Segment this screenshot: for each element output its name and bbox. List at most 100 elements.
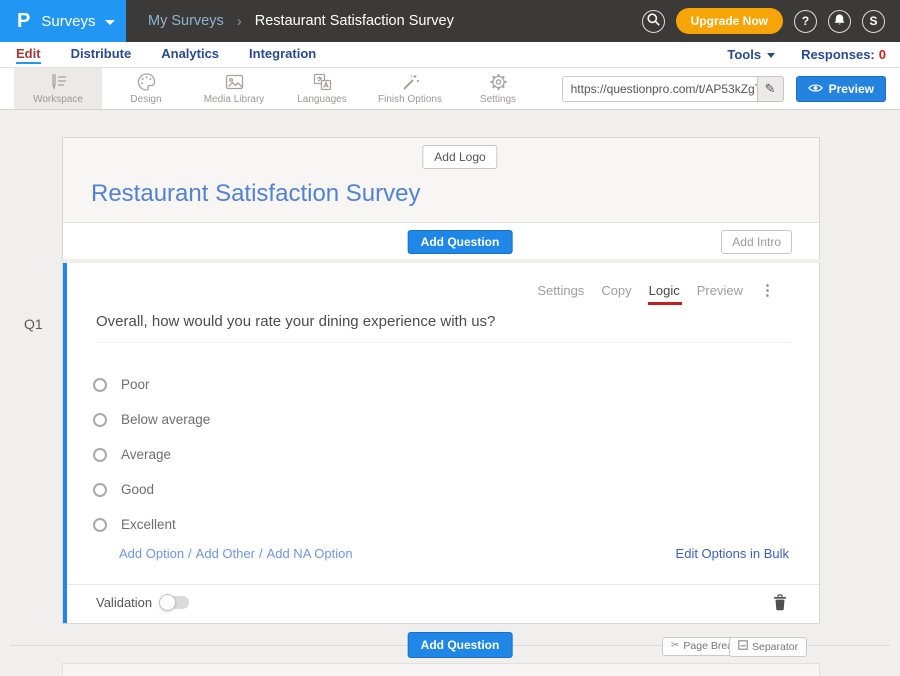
option-row: Poor: [93, 367, 210, 402]
question-settings-link[interactable]: Settings: [537, 283, 584, 298]
nav-right: Tools Responses: 0: [727, 47, 886, 62]
toolbar-item-workspace[interactable]: Workspace: [14, 68, 102, 109]
trash-icon: [773, 598, 787, 615]
add-na-option-link[interactable]: Add NA Option: [267, 546, 353, 561]
logic-label: Logic: [649, 283, 680, 298]
toolbar-item-label: Languages: [297, 94, 347, 105]
separator-button[interactable]: Separator: [729, 637, 807, 657]
product-switcher[interactable]: P Surveys: [0, 0, 126, 42]
radio-button-icon[interactable]: [93, 483, 107, 497]
upgrade-now-button[interactable]: Upgrade Now: [676, 8, 783, 34]
avatar-initial: S: [869, 14, 877, 28]
account-avatar[interactable]: S: [862, 10, 885, 33]
breadcrumb-survey-name: Restaurant Satisfaction Survey: [255, 13, 454, 29]
question-block-q1: Settings Copy Logic Preview ⋮ Overall, h…: [63, 263, 819, 623]
add-question-row: Add Question Add Intro: [63, 223, 819, 259]
validation-toggle[interactable]: [161, 596, 189, 609]
survey-editor-canvas: Q1 Add Logo Restaurant Satisfaction Surv…: [0, 110, 900, 676]
toolbar-item-settings[interactable]: Settings: [454, 68, 542, 109]
option-label[interactable]: Poor: [121, 377, 150, 392]
next-section-edge: [62, 663, 820, 676]
toolbar-item-finish-options[interactable]: Finish Options: [366, 68, 454, 109]
validation-control: Validation: [96, 595, 189, 610]
magic-wand-icon: [400, 72, 421, 92]
toolbar-item-languages[interactable]: Languages: [278, 68, 366, 109]
separator-box-icon: [738, 640, 748, 653]
radio-button-icon[interactable]: [93, 413, 107, 427]
edit-url-button[interactable]: ✎: [758, 76, 784, 102]
option-label[interactable]: Average: [121, 447, 171, 462]
scissors-icon: ✂: [671, 641, 679, 651]
toolbar-item-design[interactable]: Design: [102, 68, 190, 109]
responses-label: Responses:: [801, 47, 875, 62]
question-number-label: Q1: [24, 316, 43, 332]
add-option-link[interactable]: Add Option: [119, 546, 184, 561]
help-button[interactable]: ?: [794, 10, 817, 33]
workspace-icon: [48, 72, 69, 92]
questionpro-logo: P: [17, 10, 30, 33]
option-links: Add Option / Add Other / Add NA Option: [119, 546, 353, 561]
breadcrumb-my-surveys[interactable]: My Surveys: [148, 13, 224, 29]
add-question-button-top[interactable]: Add Question: [408, 230, 513, 254]
radio-button-icon[interactable]: [93, 448, 107, 462]
product-name: Surveys: [41, 13, 95, 30]
option-label[interactable]: Good: [121, 482, 154, 497]
bell-icon: [833, 13, 846, 29]
more-options-icon[interactable]: ⋮: [760, 283, 775, 298]
validation-label: Validation: [96, 595, 152, 610]
logic-annotation-underline: [648, 302, 682, 305]
question-preview-link[interactable]: Preview: [697, 283, 743, 298]
question-text[interactable]: Overall, how would you rate your dining …: [96, 313, 495, 330]
answer-options-list: Poor Below average Average Good: [93, 367, 210, 542]
search-icon: [647, 13, 660, 29]
survey-title[interactable]: Restaurant Satisfaction Survey: [91, 180, 421, 208]
option-row: Average: [93, 437, 210, 472]
radio-button-icon[interactable]: [93, 518, 107, 532]
edit-options-in-bulk-link[interactable]: Edit Options in Bulk: [676, 546, 789, 561]
responses-count: 0: [879, 47, 886, 62]
tab-integration[interactable]: Integration: [249, 46, 316, 64]
palette-icon: [136, 72, 157, 92]
responses-counter[interactable]: Responses: 0: [801, 47, 886, 62]
tab-distribute[interactable]: Distribute: [71, 46, 132, 64]
option-row: Below average: [93, 402, 210, 437]
survey-card: Add Logo Restaurant Satisfaction Survey …: [62, 137, 820, 624]
tab-edit[interactable]: Edit: [16, 46, 41, 64]
link-separator: /: [259, 546, 263, 561]
survey-nav-bar: Edit Distribute Analytics Integration To…: [0, 42, 900, 68]
tools-dropdown[interactable]: Tools: [727, 47, 775, 62]
chevron-down-icon: [767, 53, 775, 58]
add-question-button-bottom[interactable]: Add Question: [408, 632, 513, 658]
breadcrumb: My Surveys › Restaurant Satisfaction Sur…: [148, 13, 454, 30]
pencil-icon: ✎: [765, 81, 776, 97]
toolbar-item-label: Settings: [480, 94, 516, 105]
editor-toolbar: Workspace Design Media Library Languages…: [0, 68, 900, 110]
toolbar-item-media-library[interactable]: Media Library: [190, 68, 278, 109]
breadcrumb-separator: ›: [237, 13, 242, 30]
link-separator: /: [188, 546, 192, 561]
survey-header-section: Add Logo Restaurant Satisfaction Survey: [63, 138, 819, 223]
nav-tabs: Edit Distribute Analytics Integration: [16, 46, 316, 64]
add-logo-button[interactable]: Add Logo: [422, 145, 497, 169]
toolbar-right: https://questionpro.com/t/AP53kZgTV ✎ Pr…: [562, 68, 900, 109]
survey-url-field[interactable]: https://questionpro.com/t/AP53kZgTV: [562, 76, 758, 102]
add-intro-button[interactable]: Add Intro: [721, 230, 792, 254]
radio-button-icon[interactable]: [93, 378, 107, 392]
search-button[interactable]: [642, 10, 665, 33]
option-label[interactable]: Below average: [121, 412, 210, 427]
tools-label: Tools: [727, 47, 761, 62]
question-copy-link[interactable]: Copy: [601, 283, 631, 298]
tab-analytics[interactable]: Analytics: [161, 46, 219, 64]
question-text-underline: [96, 342, 791, 343]
add-other-link[interactable]: Add Other: [196, 546, 255, 561]
preview-button[interactable]: Preview: [796, 76, 886, 102]
toolbar-item-label: Media Library: [204, 94, 265, 105]
notifications-button[interactable]: [828, 10, 851, 33]
app-window: P Surveys My Surveys › Restaurant Satisf…: [0, 0, 900, 676]
toolbar-item-label: Design: [130, 94, 161, 105]
translate-icon: [312, 72, 333, 92]
toggle-knob: [159, 594, 176, 611]
delete-question-button[interactable]: [773, 594, 787, 616]
option-label[interactable]: Excellent: [121, 517, 176, 532]
question-logic-link[interactable]: Logic: [649, 283, 680, 298]
